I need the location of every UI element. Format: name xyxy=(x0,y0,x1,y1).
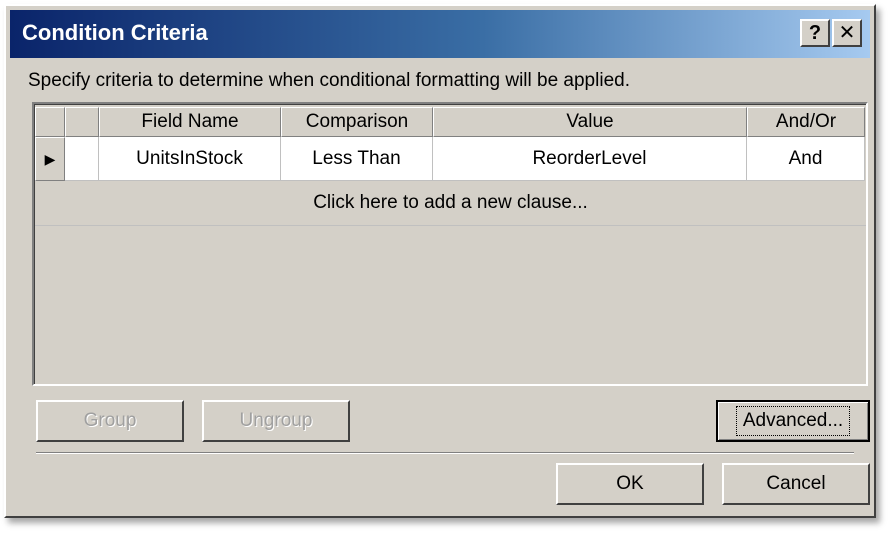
close-button[interactable]: ✕ xyxy=(832,19,862,47)
cancel-button[interactable]: Cancel xyxy=(722,463,870,505)
add-clause-row[interactable]: Click here to add a new clause... xyxy=(35,181,866,226)
close-icon: ✕ xyxy=(838,22,856,44)
header-selector-col-2 xyxy=(65,107,99,137)
instructions-text: Specify criteria to determine when condi… xyxy=(28,70,630,91)
separator xyxy=(36,452,854,454)
group-button[interactable]: Group xyxy=(36,400,184,442)
criteria-grid[interactable]: Field Name Comparison Value And/Or ▶ Uni… xyxy=(32,102,868,386)
title-bar[interactable]: Condition Criteria ? ✕ xyxy=(10,10,870,58)
row-group-cell[interactable] xyxy=(65,137,99,181)
ok-button[interactable]: OK xyxy=(556,463,704,505)
header-and-or[interactable]: And/Or xyxy=(747,107,865,137)
value-cell[interactable]: ReorderLevel xyxy=(433,137,747,181)
advanced-button-label: Advanced... xyxy=(735,406,851,436)
and-or-cell[interactable]: And xyxy=(747,137,865,181)
comparison-cell[interactable]: Less Than xyxy=(281,137,433,181)
dialog-title: Condition Criteria xyxy=(22,20,208,45)
ungroup-button[interactable]: Ungroup xyxy=(202,400,350,442)
condition-criteria-dialog: Condition Criteria ? ✕ Specify criteria … xyxy=(4,4,876,518)
help-button[interactable]: ? xyxy=(800,19,830,47)
grid-header-row: Field Name Comparison Value And/Or xyxy=(35,107,866,137)
advanced-button[interactable]: Advanced... xyxy=(716,400,870,442)
field-name-cell[interactable]: UnitsInStock xyxy=(99,137,281,181)
header-selector-col xyxy=(35,107,65,137)
header-value[interactable]: Value xyxy=(433,107,747,137)
row-selector[interactable]: ▶ xyxy=(35,137,65,181)
header-comparison[interactable]: Comparison xyxy=(281,107,433,137)
header-field-name[interactable]: Field Name xyxy=(99,107,281,137)
table-row[interactable]: ▶ UnitsInStock Less Than ReorderLevel An… xyxy=(35,137,866,181)
current-row-arrow-icon: ▶ xyxy=(44,150,56,167)
